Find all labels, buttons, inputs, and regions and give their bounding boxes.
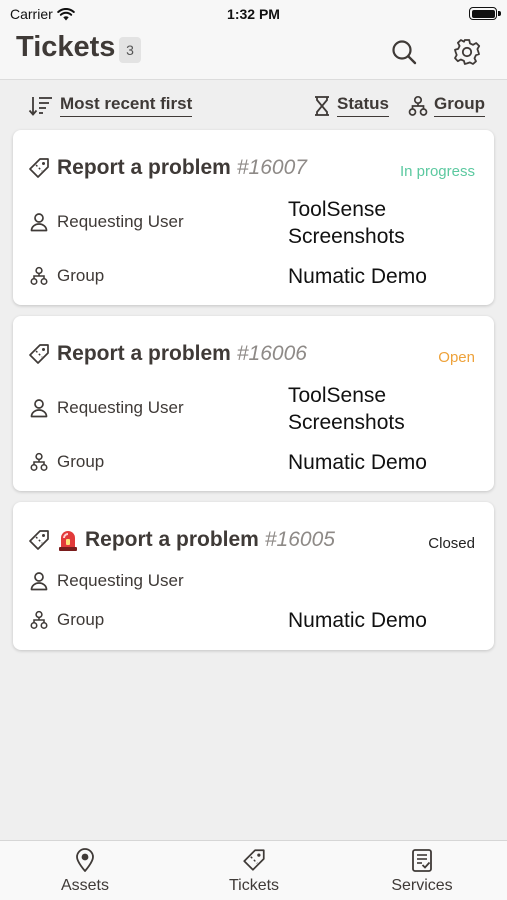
ticket-card[interactable]: Report a problem #16006 Open Requesting …	[13, 316, 494, 491]
status-bar: Carrier 1:32 PM	[0, 0, 507, 28]
ticket-title-row: Report a problem #16006	[27, 342, 307, 366]
ticket-title-row: Report a problem #16005	[27, 528, 335, 552]
clock: 1:32 PM	[227, 6, 280, 22]
group-value: Numatic Demo	[288, 265, 427, 288]
requesting-user-value: ToolSense Screenshots	[288, 198, 405, 248]
search-icon[interactable]	[390, 38, 418, 66]
location-pin-icon	[76, 848, 94, 872]
ticket-icon	[29, 530, 49, 550]
tab-tickets[interactable]: Tickets	[194, 847, 314, 895]
sort-filter-bar: Most recent first Status Group	[0, 80, 507, 126]
sort-recent-button[interactable]: Most recent first	[28, 95, 193, 117]
ticket-title-row: Report a problem #16007	[27, 156, 307, 180]
ticket-id: #16006	[236, 342, 307, 365]
ticket-id: #16005	[264, 528, 335, 551]
ticket-icon	[29, 344, 49, 364]
sort-label: Most recent first	[60, 95, 193, 117]
group-filter-label: Group	[434, 95, 485, 117]
group-row: Group	[29, 610, 104, 630]
tab-services[interactable]: Services	[362, 847, 482, 895]
tab-assets[interactable]: Assets	[25, 847, 145, 895]
ticket-icon	[29, 158, 49, 178]
user-icon	[30, 572, 48, 591]
group-filter-button[interactable]: Group	[408, 95, 485, 117]
gear-icon[interactable]	[453, 38, 481, 66]
requesting-user-value: ToolSense Screenshots	[288, 384, 405, 434]
user-icon	[30, 399, 48, 418]
status-badge: In progress	[399, 163, 475, 180]
ticket-title: Report a problem	[57, 342, 231, 365]
ticket-title: Report a problem	[85, 528, 259, 551]
tab-services-label: Services	[391, 877, 453, 894]
group-icon	[408, 95, 428, 116]
ticket-title: Report a problem	[57, 156, 231, 179]
status-filter-label: Status	[337, 95, 389, 117]
user-icon	[30, 213, 48, 232]
tab-assets-label: Assets	[60, 877, 109, 894]
requesting-user-row: Requesting User	[29, 398, 184, 418]
requesting-user-label: Requesting User	[57, 571, 184, 590]
ticket-card[interactable]: Report a problem #16007 In progress Requ…	[13, 130, 494, 305]
group-value: Numatic Demo	[288, 609, 427, 632]
group-label: Group	[57, 266, 105, 285]
group-label: Group	[57, 610, 105, 629]
ticket-id: #16007	[236, 156, 307, 179]
tab-tickets-label: Tickets	[228, 877, 280, 894]
requesting-user-row: Requesting User	[29, 571, 184, 591]
requesting-user-label: Requesting User	[57, 212, 184, 231]
group-row: Group	[29, 266, 104, 286]
group-value: Numatic Demo	[288, 451, 427, 474]
hourglass-icon	[315, 96, 329, 116]
ticket-icon	[243, 849, 265, 871]
group-label: Group	[57, 452, 105, 471]
status-filter-button[interactable]: Status	[313, 95, 389, 117]
group-icon	[30, 610, 48, 629]
alarm-icon	[59, 531, 77, 551]
sort-icon	[28, 97, 52, 116]
requesting-user-row: Requesting User	[29, 212, 184, 232]
clipboard-check-icon	[412, 849, 432, 872]
group-icon	[30, 452, 48, 471]
ticket-card[interactable]: Report a problem #16005 Closed Requestin…	[13, 502, 494, 650]
status-badge: Open	[438, 349, 475, 366]
ticket-count-badge: 3	[119, 37, 141, 63]
requesting-user-label: Requesting User	[57, 398, 184, 417]
group-row: Group	[29, 452, 104, 472]
bottom-tab-bar: Assets Tickets Services	[0, 840, 507, 900]
page-title: Tickets	[16, 31, 116, 63]
group-icon	[30, 266, 48, 285]
battery-icon	[469, 7, 501, 20]
page-header: Tickets 3	[0, 28, 507, 80]
status-badge: Closed	[428, 535, 475, 552]
